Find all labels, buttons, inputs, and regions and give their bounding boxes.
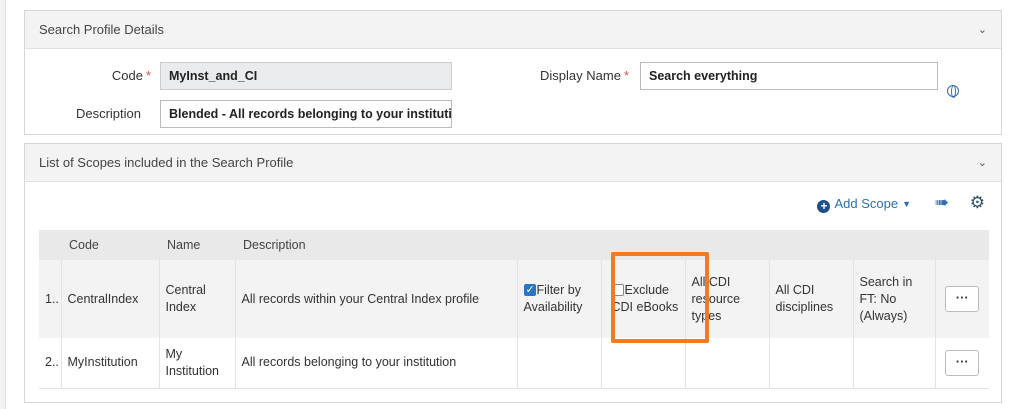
- display-name-field[interactable]: Search everything: [640, 62, 938, 90]
- row-description: All records within your Central Index pr…: [235, 260, 518, 338]
- search-profile-details-panel: Search Profile Details ⌄ Code * MyInst_an…: [24, 10, 1002, 135]
- description-label: Description: [75, 106, 141, 121]
- details-panel-header[interactable]: Search Profile Details ⌄: [25, 11, 1001, 49]
- table-row: 2.. MyInstitution My Institution All rec…: [39, 338, 989, 389]
- gear-icon[interactable]: ⚙: [970, 193, 985, 213]
- table-header-row: Code Name Description: [39, 230, 989, 260]
- row-number: 1..: [39, 260, 62, 338]
- row-name: Central Index: [159, 260, 236, 338]
- display-name-label: Display Name *: [540, 68, 629, 83]
- export-icon[interactable]: ➠: [935, 193, 949, 213]
- filter-availability-checkbox[interactable]: [523, 282, 536, 299]
- row-actions-button[interactable]: ···: [945, 349, 980, 376]
- caret-down-icon: ▼: [902, 199, 911, 209]
- plus-circle-icon: +: [817, 200, 831, 213]
- row-number: 2..: [39, 338, 62, 389]
- search-in-ft: Search in FT: No (Always): [853, 260, 936, 338]
- details-panel-title: Search Profile Details: [39, 22, 164, 37]
- row-actions-button[interactable]: ···: [945, 286, 980, 312]
- filter-availability-cell: Filter by Availability: [517, 260, 602, 338]
- exclude-ebooks-cell: Exclude CDI eBooks: [601, 260, 686, 338]
- row-description: All records belonging to your institutio…: [235, 338, 518, 389]
- scopes-table: Code Name Description 1.. CentralIndex C…: [39, 230, 989, 389]
- globe-icon[interactable]: [947, 85, 959, 98]
- resource-types: All CDI resource types: [685, 260, 770, 338]
- row-code: CentralIndex: [61, 260, 160, 338]
- column-header-description[interactable]: Description: [235, 230, 517, 260]
- exclude-ebooks-checkbox[interactable]: [611, 284, 624, 296]
- code-label: Code *: [111, 68, 151, 83]
- column-header-code[interactable]: Code: [61, 230, 159, 260]
- scopes-panel-title: List of Scopes included in the Search Pr…: [39, 155, 294, 170]
- code-field[interactable]: MyInst_and_CI: [160, 62, 452, 90]
- add-scope-button[interactable]: + Add Scope ▼: [817, 196, 911, 213]
- row-name: My Institution: [159, 338, 236, 389]
- table-row: 1.. CentralIndex Central Index All recor…: [39, 260, 989, 338]
- disciplines: All CDI disciplines: [769, 260, 854, 338]
- scopes-panel-header[interactable]: List of Scopes included in the Search Pr…: [25, 144, 1001, 182]
- column-header-name[interactable]: Name: [159, 230, 235, 260]
- description-field[interactable]: Blended - All records belonging to your …: [160, 100, 452, 128]
- scopes-toolbar: + Add Scope ▼ ➠ ⚙: [701, 190, 1001, 220]
- chevron-down-icon[interactable]: ⌄: [978, 156, 987, 169]
- chevron-down-icon[interactable]: ⌄: [978, 23, 987, 36]
- left-edge: [0, 0, 6, 409]
- scopes-panel: List of Scopes included in the Search Pr…: [24, 143, 1002, 403]
- row-code: MyInstitution: [61, 338, 160, 389]
